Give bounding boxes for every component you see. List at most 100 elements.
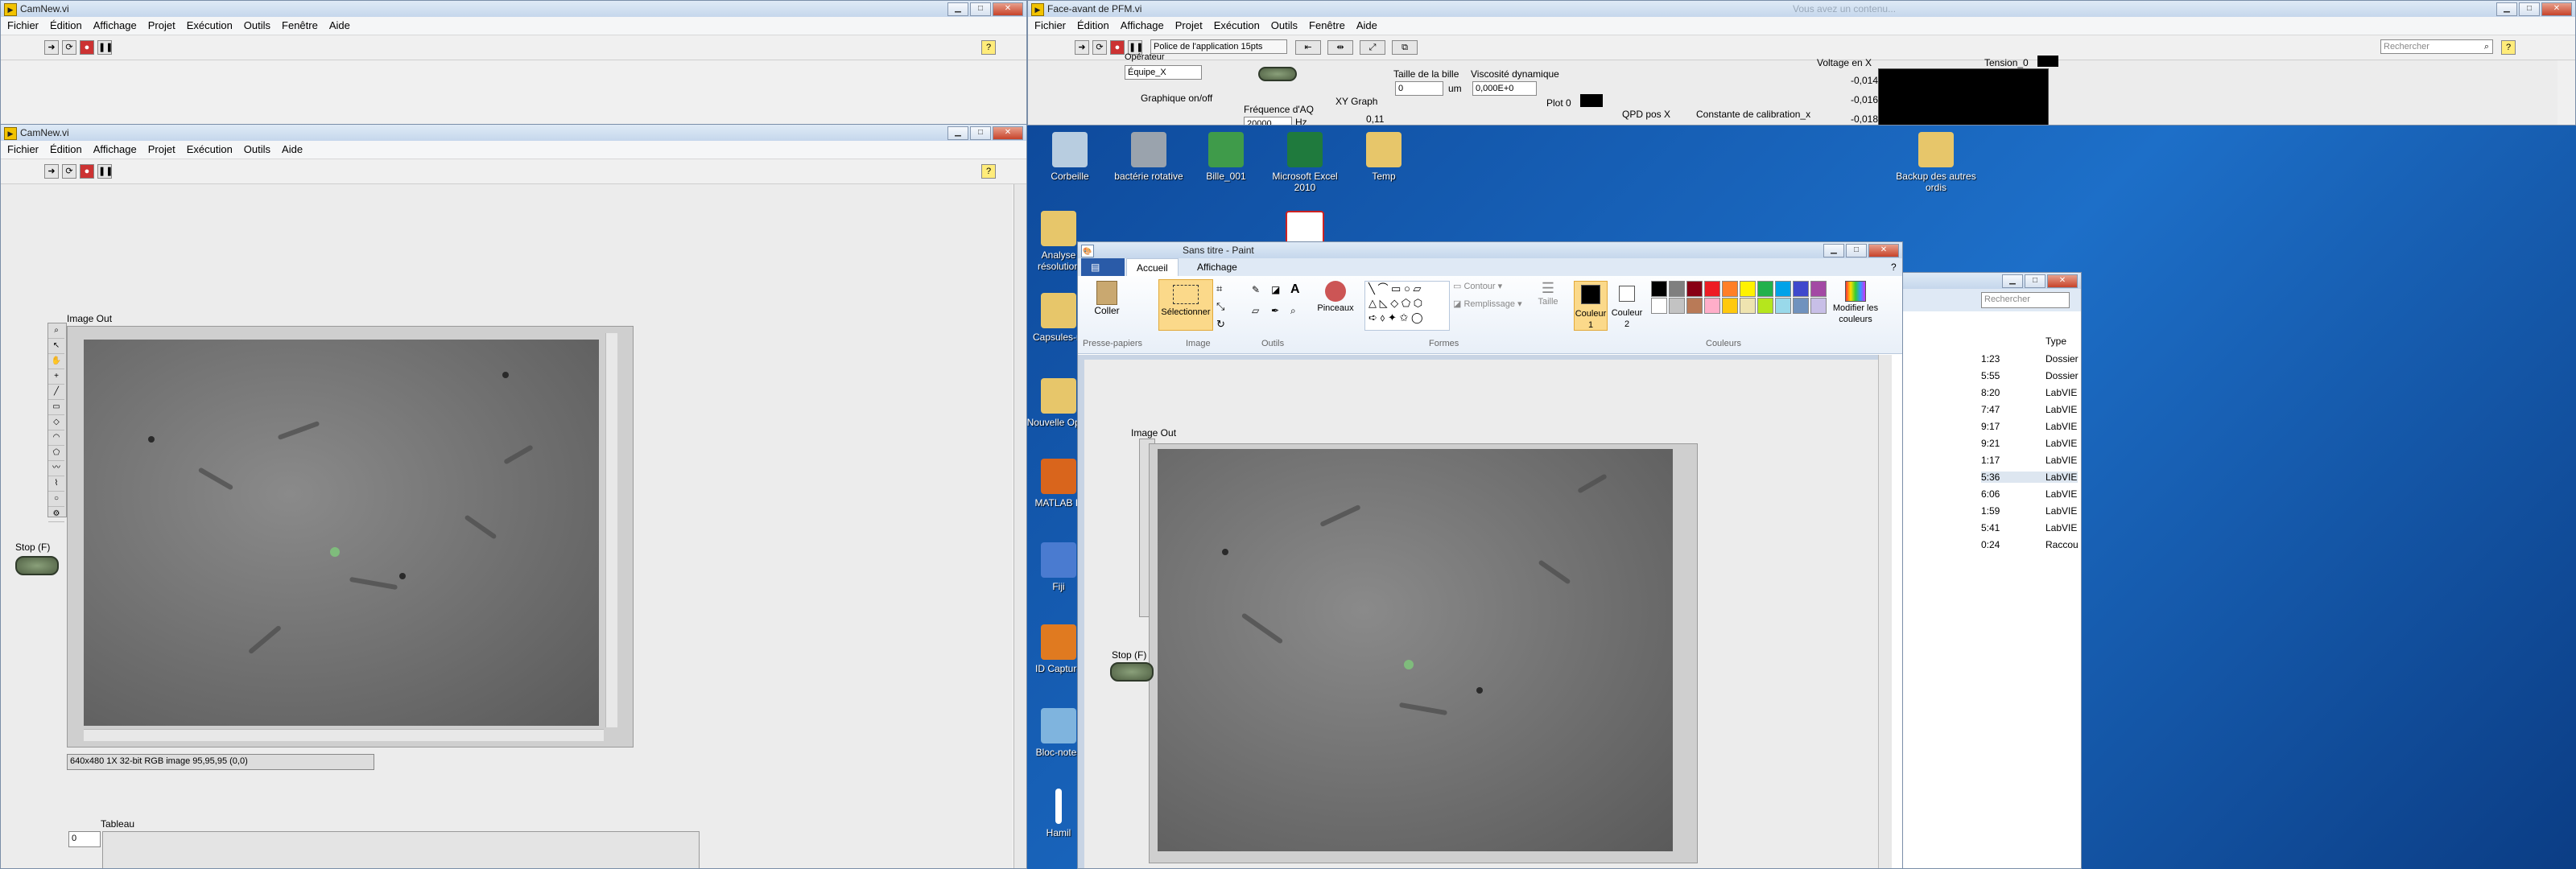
align-icon[interactable]: ⇤ — [1295, 40, 1321, 55]
modifier-couleurs-button[interactable]: Modifier les couleurs — [1825, 281, 1886, 324]
color-swatch[interactable] — [1793, 298, 1809, 314]
eraser-icon[interactable]: ▱ — [1252, 305, 1259, 316]
color-swatch[interactable] — [1651, 281, 1667, 297]
color-swatch[interactable] — [1722, 298, 1738, 314]
pointer-icon[interactable]: ↖ — [48, 339, 64, 354]
list-item[interactable]: 1:59 LabVIE — [1981, 505, 2078, 517]
maximize-icon[interactable]: □ — [970, 126, 991, 140]
minimize-icon[interactable]: ▁ — [2002, 274, 2023, 288]
list-item[interactable]: 5:41 LabVIE — [1981, 522, 2078, 533]
close-icon[interactable]: ✕ — [993, 126, 1023, 140]
annulus-icon[interactable]: ◠ — [48, 430, 64, 446]
color-swatch[interactable] — [1757, 281, 1773, 297]
resize-icon[interactable]: ⤡ — [1216, 300, 1224, 313]
menu-outils[interactable]: Outils — [1271, 17, 1298, 35]
color-swatch[interactable] — [1775, 298, 1791, 314]
stop-button[interactable] — [15, 556, 59, 575]
shapes-gallery[interactable]: ╲ ⌒ ▭ ○ ▱ △ ◺ ◇ ⬠ ⬡ ➪ ⬨ ✦ ✩ ◯ — [1364, 281, 1450, 331]
rotated-rect-icon[interactable]: ◇ — [48, 415, 64, 430]
pause-icon[interactable]: ❚❚ — [97, 164, 113, 179]
pfm-titlebar[interactable]: ▶ Face-avant de PFM.vi Vous avez un cont… — [1028, 1, 2575, 17]
font-select[interactable]: Police de l'application 15pts — [1150, 39, 1287, 54]
color-swatch[interactable] — [1722, 281, 1738, 297]
search-icon[interactable]: ⌕ — [2480, 40, 2493, 53]
pan-icon[interactable]: ✋ — [48, 354, 64, 369]
menu-aide[interactable]: Aide — [282, 141, 303, 159]
paint-vertical-scrollbar[interactable] — [1878, 355, 1892, 868]
list-item[interactable]: 9:21 LabVIE — [1981, 438, 2078, 449]
menu-fichier[interactable]: Fichier — [7, 17, 39, 35]
contour-dropdown[interactable]: ▭ Contour ▾ — [1453, 281, 1502, 291]
close-icon[interactable]: ✕ — [993, 2, 1023, 16]
menu-execution[interactable]: Exécution — [187, 141, 233, 159]
menu-projet[interactable]: Projet — [148, 141, 175, 159]
explorer-search[interactable]: Rechercher — [1981, 292, 2070, 308]
menu-outils[interactable]: Outils — [244, 17, 270, 35]
color-swatch[interactable] — [1686, 298, 1703, 314]
color-swatch[interactable] — [1686, 281, 1703, 297]
freehand-icon[interactable]: 〰 — [48, 461, 64, 476]
color-swatch[interactable] — [1810, 281, 1827, 297]
maximize-icon[interactable]: □ — [1846, 244, 1867, 257]
paint-file-menu-button[interactable]: ▤ — [1081, 258, 1125, 276]
color-swatch[interactable] — [1704, 298, 1720, 314]
list-item[interactable]: 6:06 LabVIE — [1981, 488, 2078, 500]
list-item[interactable]: 1:17 LabVIE — [1981, 455, 2078, 466]
menu-fenetre[interactable]: Fenêtre — [1309, 17, 1345, 35]
run-arrow-icon[interactable]: ➜ — [44, 40, 59, 55]
menu-edition[interactable]: Édition — [1077, 17, 1109, 35]
list-item[interactable]: 5:36 LabVIE — [1981, 472, 2078, 483]
text-icon[interactable]: A — [1290, 282, 1300, 297]
rotate-icon[interactable]: ↻ — [1216, 318, 1225, 331]
menu-execution[interactable]: Exécution — [1214, 17, 1260, 35]
desktop-icon-backup[interactable]: Backup des autres ordis — [1892, 132, 1980, 193]
color-swatch[interactable] — [1669, 298, 1685, 314]
graph-toggle[interactable] — [1258, 67, 1297, 81]
coller-button[interactable]: Coller — [1091, 281, 1123, 329]
close-icon[interactable]: ✕ — [2541, 2, 2572, 16]
distribute-icon[interactable]: ⇹ — [1327, 40, 1353, 55]
abort-icon[interactable]: ● — [80, 40, 94, 55]
color-swatch[interactable] — [1775, 281, 1791, 297]
color-swatch[interactable] — [1740, 298, 1756, 314]
pause-icon[interactable]: ❚❚ — [97, 40, 113, 55]
selectionner-button[interactable]: Sélectionner — [1158, 279, 1213, 331]
menu-fenetre[interactable]: Fenêtre — [282, 17, 318, 35]
menu-execution[interactable]: Exécution — [187, 17, 233, 35]
maximize-icon[interactable]: □ — [2519, 2, 2540, 16]
minimize-icon[interactable]: ▁ — [1823, 244, 1844, 257]
menu-aide[interactable]: Aide — [1356, 17, 1377, 35]
pinceaux-button[interactable]: Pinceaux — [1313, 281, 1358, 313]
rect-icon[interactable]: ▭ — [48, 400, 64, 415]
settings-icon[interactable]: ⚙ — [48, 507, 64, 522]
menu-edition[interactable]: Édition — [50, 141, 82, 159]
menu-affichage[interactable]: Affichage — [93, 141, 137, 159]
close-icon[interactable]: ✕ — [1868, 244, 1899, 257]
menu-projet[interactable]: Projet — [148, 17, 175, 35]
line-icon[interactable]: ╱ — [48, 385, 64, 400]
desktop-icon-excel[interactable]: Microsoft Excel 2010 — [1261, 132, 1349, 193]
couleur2-button[interactable]: Couleur 2 — [1611, 281, 1643, 329]
list-item[interactable]: 5:55 Dossier — [1981, 370, 2079, 381]
left-top-titlebar[interactable]: ▶ CamNew.vi ▁ □ ✕ — [1, 1, 1026, 17]
image-horizontal-scrollbar[interactable] — [84, 729, 604, 741]
run-arrow-icon[interactable]: ➜ — [44, 164, 59, 179]
paint-canvas[interactable]: Image Out Stop (F) — [1084, 360, 1889, 868]
paint-titlebar[interactable]: 🎨 Sans titre - Paint ▁ □ ✕ — [1078, 242, 1902, 258]
zoom-icon[interactable]: ⌕ — [48, 323, 64, 339]
polygon-icon[interactable]: ⬠ — [48, 446, 64, 461]
picker-icon[interactable]: ✒ — [1271, 305, 1279, 316]
left-window-scrollbar[interactable] — [1013, 184, 1026, 868]
color-swatch[interactable] — [1651, 298, 1667, 314]
left-main-titlebar[interactable]: ▶ CamNew.vi ▁ □ ✕ — [1, 125, 1026, 141]
color-swatch[interactable] — [1793, 281, 1809, 297]
taille-button[interactable]: ☰ Taille — [1532, 281, 1564, 307]
help-icon[interactable]: ? — [1881, 258, 1902, 276]
minimize-icon[interactable]: ▁ — [947, 2, 968, 16]
list-item[interactable]: 8:20 LabVIE — [1981, 387, 2078, 398]
crop-icon[interactable]: ⌗ — [1216, 282, 1222, 295]
abort-icon[interactable]: ● — [80, 164, 94, 179]
menu-edition[interactable]: Édition — [50, 17, 82, 35]
magnifier-icon[interactable]: ⌕ — [1290, 305, 1296, 317]
color-swatch[interactable] — [1704, 281, 1720, 297]
